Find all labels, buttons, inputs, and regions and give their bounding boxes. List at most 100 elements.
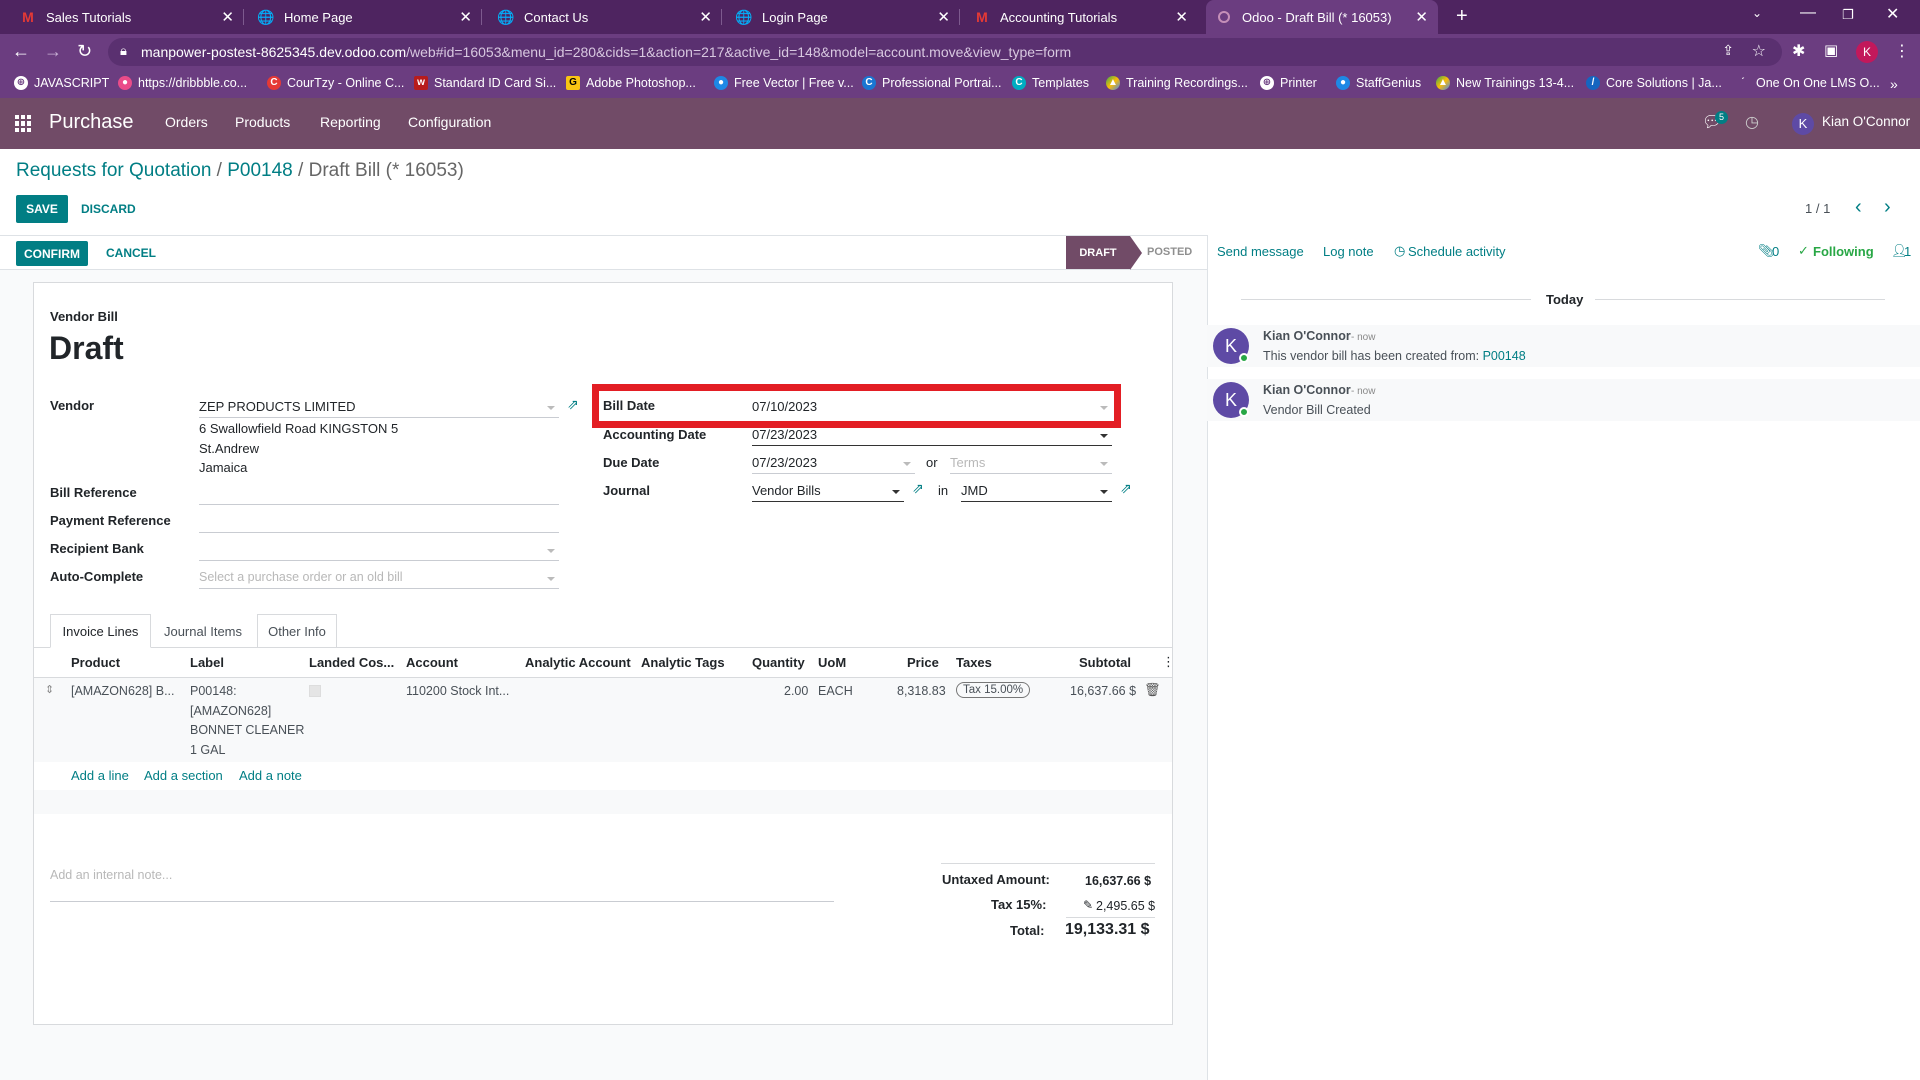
confirm-button[interactable]: CONFIRM	[16, 241, 88, 266]
schedule-activity-icon[interactable]: ◷	[1394, 243, 1405, 259]
browser-tab[interactable]: M Accounting Tutorials ✕	[966, 0, 1198, 34]
col-product[interactable]: Product	[71, 655, 120, 670]
breadcrumb-rfq[interactable]: Requests for Quotation	[16, 160, 211, 181]
auto-complete-field[interactable]: Select a purchase order or an old bill	[199, 567, 559, 589]
bookmark-item[interactable]: ⊕ Printer	[1260, 76, 1317, 90]
col-price[interactable]: Price	[907, 655, 939, 670]
extensions-icon[interactable]: ✱	[1792, 41, 1805, 61]
close-tab-icon[interactable]: ✕	[459, 8, 472, 26]
browser-tab[interactable]: 🌐 Home Page ✕	[250, 0, 482, 34]
reload-icon[interactable]: ↻	[77, 41, 92, 62]
line-tax-badge[interactable]: Tax 15.00%	[956, 682, 1031, 698]
bookmark-item[interactable]: w Standard ID Card Si...	[414, 76, 556, 90]
internal-note-input[interactable]: Add an internal note...	[50, 868, 834, 902]
landed-cost-checkbox[interactable]	[309, 685, 321, 697]
line-quantity[interactable]: 2.00	[784, 684, 808, 698]
bookmark-item[interactable]: ● https://dribbble.co...	[118, 76, 247, 90]
line-uom[interactable]: EACH	[818, 684, 853, 698]
close-window-icon[interactable]: ✕	[1886, 4, 1899, 24]
address-bar[interactable]: 🔒︎ manpower-postest-8625345.dev.odoo.com…	[108, 38, 1782, 66]
activity-clock-icon[interactable]: ◷	[1745, 112, 1759, 132]
close-tab-icon[interactable]: ✕	[699, 8, 712, 26]
col-taxes[interactable]: Taxes	[956, 655, 992, 670]
line-label-2[interactable]: [AMAZON628]	[190, 704, 271, 718]
accounting-date-input[interactable]: 07/23/2023	[752, 424, 1112, 446]
log-note-button[interactable]: Log note	[1323, 244, 1374, 259]
browser-tab[interactable]: 🌐 Contact Us ✕	[490, 0, 722, 34]
tab-invoice-lines[interactable]: Invoice Lines	[50, 614, 151, 648]
add-line-link[interactable]: Add a line	[71, 768, 129, 783]
send-message-button[interactable]: Send message	[1217, 244, 1304, 259]
currency-field[interactable]: JMD	[961, 480, 1112, 502]
browser-menu-icon[interactable]: ⋮	[1894, 41, 1910, 61]
app-menu-icon[interactable]	[15, 115, 32, 132]
schedule-activity-button[interactable]: Schedule activity	[1408, 244, 1506, 259]
breadcrumb-po[interactable]: P00148	[227, 160, 293, 181]
side-panel-icon[interactable]: ▣	[1824, 41, 1838, 59]
status-posted[interactable]: POSTED	[1147, 246, 1192, 258]
due-date-input[interactable]: 07/23/2023	[752, 452, 915, 474]
col-uom[interactable]: UoM	[818, 655, 846, 670]
line-label-3[interactable]: BONNET CLEANER	[190, 723, 304, 737]
close-tab-icon[interactable]: ✕	[1175, 8, 1188, 26]
bookmark-star-icon[interactable]: ☆	[1752, 41, 1766, 61]
chatter-message[interactable]: K Kian O'Connor - now This vendor bill h…	[1207, 325, 1920, 367]
optional-columns-icon[interactable]: ⋮	[1162, 654, 1175, 670]
chatter-message[interactable]: K Kian O'Connor - now Vendor Bill Create…	[1207, 379, 1920, 421]
journal-field[interactable]: Vendor Bills	[752, 480, 904, 502]
bookmark-item[interactable]: ● Free Vector | Free v...	[714, 76, 854, 90]
menu-reporting[interactable]: Reporting	[320, 114, 381, 130]
browser-tab-active[interactable]: Odoo - Draft Bill (* 16053) ✕	[1206, 0, 1438, 34]
discard-button[interactable]: DISCARD	[81, 202, 136, 216]
col-landed-cost[interactable]: Landed Cos...	[309, 655, 394, 670]
line-label-4[interactable]: 1 GAL	[190, 743, 225, 757]
message-author[interactable]: Kian O'Connor	[1263, 329, 1351, 343]
menu-configuration[interactable]: Configuration	[408, 114, 491, 130]
close-tab-icon[interactable]: ✕	[221, 8, 234, 26]
col-analytic-account[interactable]: Analytic Account	[525, 655, 631, 670]
tab-journal-items[interactable]: Journal Items	[153, 614, 253, 648]
tab-other-info[interactable]: Other Info	[257, 614, 337, 648]
line-account[interactable]: 110200 Stock Int...	[406, 684, 509, 698]
profile-avatar[interactable]: K	[1856, 41, 1878, 63]
close-tab-icon[interactable]: ✕	[1415, 8, 1428, 26]
bookmark-item[interactable]: C CourTzy - Online C...	[267, 76, 404, 90]
col-quantity[interactable]: Quantity	[752, 655, 805, 670]
browser-tab[interactable]: 🌐 Login Page ✕	[728, 0, 960, 34]
bookmark-item[interactable]: ⊕ JAVASCRIPT	[14, 76, 109, 90]
line-price[interactable]: 8,318.83	[897, 684, 946, 698]
add-note-link[interactable]: Add a note	[239, 768, 302, 783]
col-label[interactable]: Label	[190, 655, 224, 670]
bookmark-item[interactable]: ▲ Training Recordings...	[1106, 76, 1248, 90]
col-subtotal[interactable]: Subtotal	[1079, 655, 1131, 670]
pager[interactable]: 1 / 1	[1805, 201, 1830, 216]
line-product[interactable]: [AMAZON628] B...	[71, 684, 175, 698]
forward-icon[interactable]: →	[44, 41, 62, 62]
app-name[interactable]: Purchase	[49, 111, 134, 134]
more-bookmarks-icon[interactable]: »	[1890, 76, 1898, 92]
bill-date-input[interactable]: 07/10/2023	[752, 396, 1112, 418]
bill-reference-input[interactable]	[199, 483, 559, 505]
col-account[interactable]: Account	[406, 655, 458, 670]
share-icon[interactable]: ⇪	[1722, 42, 1734, 59]
browser-tab[interactable]: M Sales Tutorials ✕	[12, 0, 244, 34]
save-button[interactable]: SAVE	[16, 195, 68, 223]
bookmark-item[interactable]: / Core Solutions | Ja...	[1586, 76, 1722, 90]
menu-products[interactable]: Products	[235, 114, 290, 130]
pager-next-icon[interactable]: ›	[1884, 196, 1891, 219]
journal-external-link-icon[interactable]: ⇗	[912, 480, 924, 497]
new-tab-icon[interactable]: +	[1456, 5, 1468, 28]
message-author[interactable]: Kian O'Connor	[1263, 383, 1351, 397]
vendor-field[interactable]: ZEP PRODUCTS LIMITED	[199, 396, 559, 418]
vendor-external-link-icon[interactable]: ⇗	[567, 396, 579, 413]
user-avatar[interactable]: K	[1792, 113, 1814, 135]
col-analytic-tags[interactable]: Analytic Tags	[641, 655, 725, 670]
close-tab-icon[interactable]: ✕	[937, 8, 950, 26]
edit-tax-icon[interactable]: ✎	[1083, 898, 1093, 912]
bookmark-item[interactable]: ● StaffGenius	[1336, 76, 1421, 90]
bookmark-item[interactable]: ˊ One On One LMS O...	[1736, 76, 1879, 90]
add-section-link[interactable]: Add a section	[144, 768, 223, 783]
user-name[interactable]: Kian O'Connor	[1822, 114, 1910, 129]
payment-terms-field[interactable]: Terms	[950, 452, 1112, 474]
bookmark-item[interactable]: C Templates	[1012, 76, 1089, 90]
